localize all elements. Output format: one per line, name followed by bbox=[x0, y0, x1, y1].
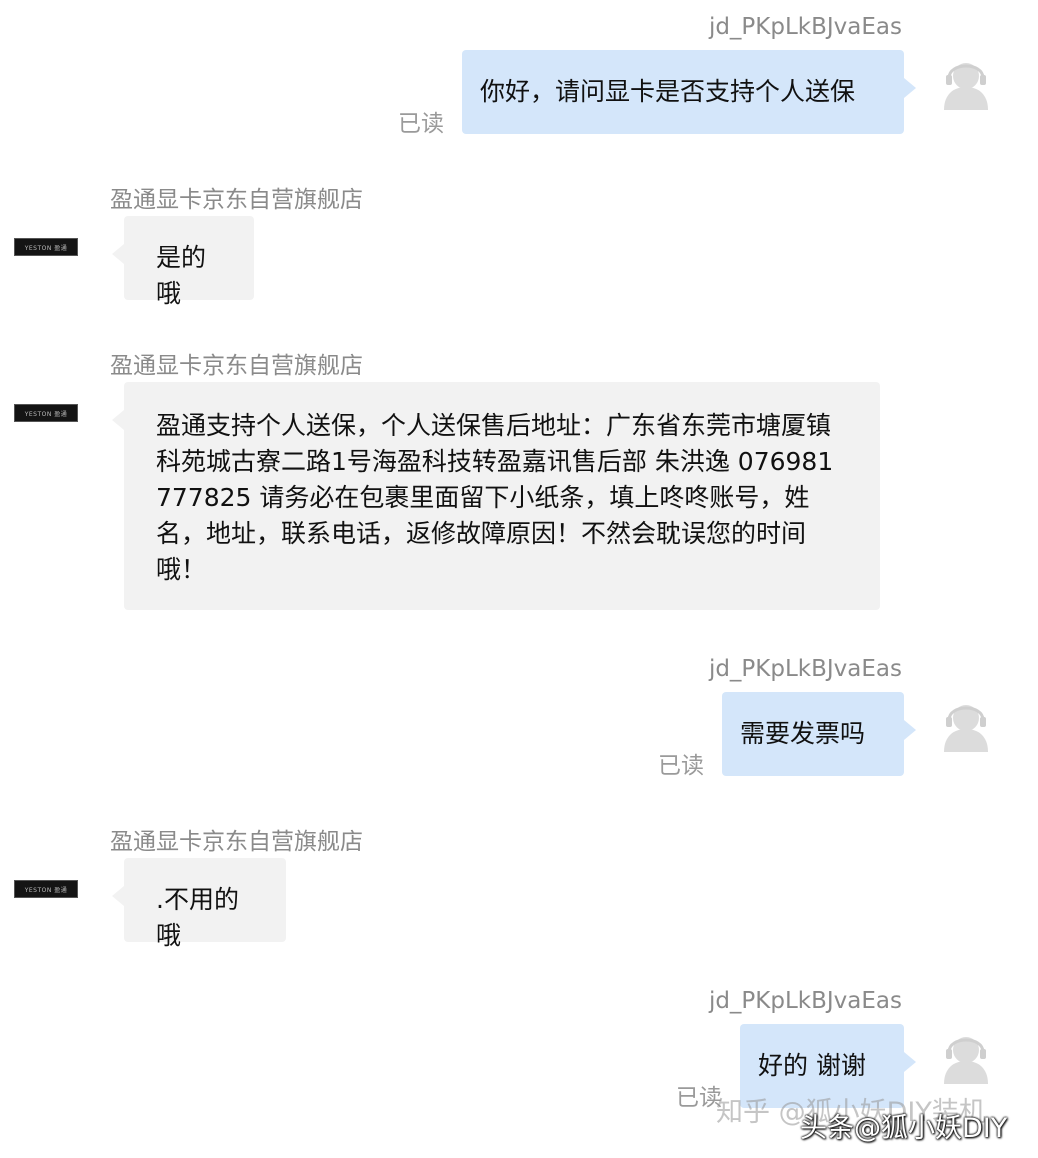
shop-avatar-icon[interactable]: YESTON 盈通 bbox=[14, 880, 78, 898]
read-status: 已读 bbox=[658, 753, 704, 779]
shop-avatar-icon[interactable]: YESTON 盈通 bbox=[14, 238, 78, 256]
message-text: 是的哦 bbox=[156, 243, 207, 308]
message-bubble-incoming[interactable]: .不用的哦 bbox=[112, 858, 286, 950]
message-sender: 盈通显卡京东自营旗舰店 bbox=[110, 353, 363, 379]
message-sender: 盈通显卡京东自营旗舰店 bbox=[110, 187, 363, 213]
message-sender: 盈通显卡京东自营旗舰店 bbox=[110, 829, 363, 855]
message-sender: jd_PKpLkBJvaEas bbox=[708, 14, 902, 40]
message-text-line: 777825 请务必在包裹里面留下小纸条，填上咚咚账号，姓 bbox=[156, 483, 810, 512]
user-avatar-icon[interactable] bbox=[940, 56, 992, 110]
user-avatar-icon[interactable] bbox=[940, 1030, 992, 1084]
message-text-line: 盈通支持个人送保，个人送保售后地址：广东省东莞市塘厦镇 bbox=[156, 411, 832, 440]
message-text: 好的 谢谢 bbox=[758, 1051, 866, 1080]
message-sender: jd_PKpLkBJvaEas bbox=[708, 656, 902, 682]
message-text-line: 名，地址，联系电话，返修故障原因！不然会耽误您的时间 bbox=[156, 519, 807, 548]
toutiao-watermark: 头条@狐小妖DIY bbox=[800, 1113, 1008, 1144]
shop-avatar-icon[interactable]: YESTON 盈通 bbox=[14, 404, 78, 422]
message-bubble-outgoing[interactable]: 你好，请问显卡是否支持个人送保 bbox=[462, 50, 916, 134]
read-status: 已读 bbox=[398, 111, 444, 137]
message-sender: jd_PKpLkBJvaEas bbox=[708, 988, 902, 1014]
message-bubble-incoming[interactable]: 是的哦 bbox=[112, 216, 254, 308]
message-text: 你好，请问显卡是否支持个人送保 bbox=[480, 77, 856, 106]
message-text: 需要发票吗 bbox=[740, 719, 866, 748]
message-text-line: 科苑城古寮二路1号海盈科技转盈嘉讯售后部 朱洪逸 076981 bbox=[156, 447, 834, 476]
message-bubble-outgoing[interactable]: 需要发票吗 bbox=[722, 692, 916, 776]
message-text: .不用的哦 bbox=[156, 885, 239, 950]
message-bubble-incoming[interactable]: 盈通支持个人送保，个人送保售后地址：广东省东莞市塘厦镇 科苑城古寮二路1号海盈科… bbox=[112, 382, 880, 610]
user-avatar-icon[interactable] bbox=[940, 698, 992, 752]
message-text-line: 哦！ bbox=[156, 555, 207, 584]
